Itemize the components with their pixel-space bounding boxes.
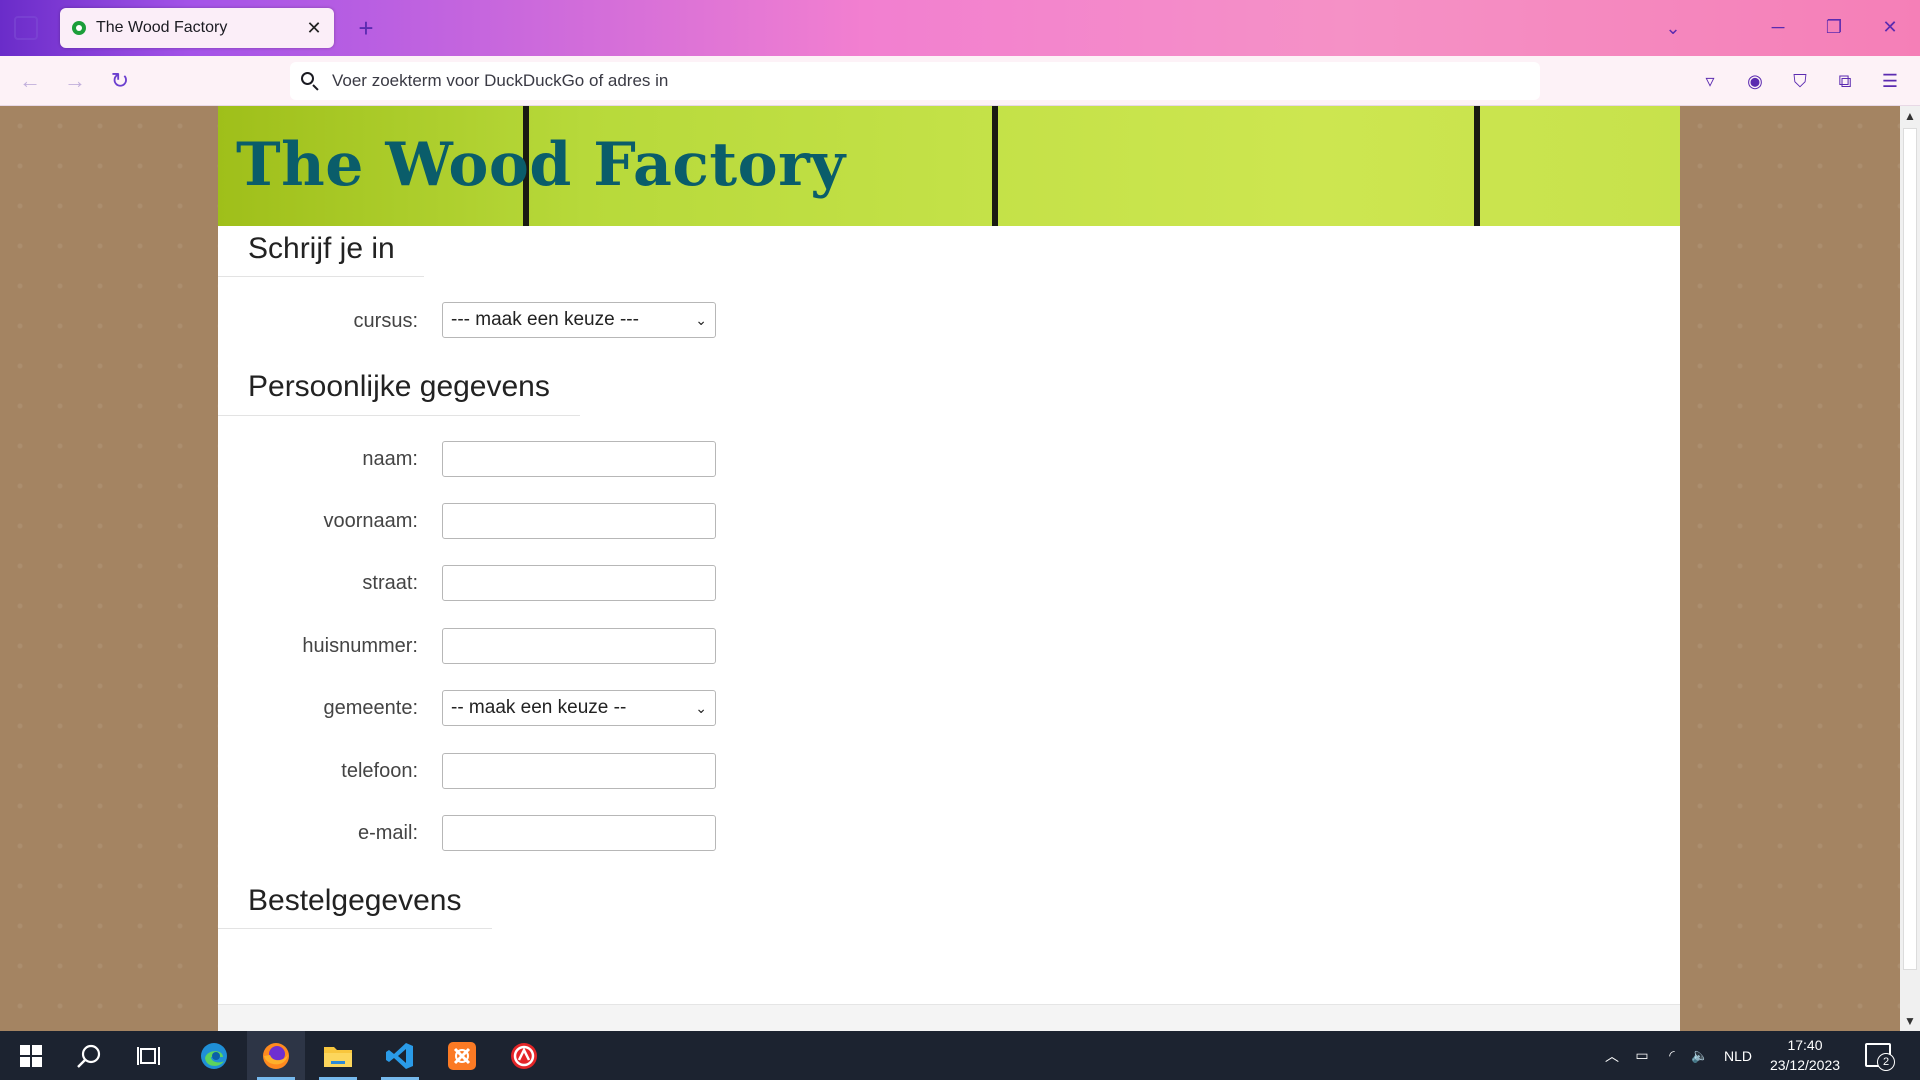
gemeente-select[interactable]: -- maak een keuze -- ⌄ xyxy=(442,690,716,726)
close-tab-icon[interactable]: ✕ xyxy=(302,16,326,40)
xampp-icon[interactable] xyxy=(433,1031,491,1080)
section-divider xyxy=(218,928,492,929)
email-input[interactable] xyxy=(442,815,716,851)
huisnummer-input[interactable] xyxy=(442,628,716,664)
telefoon-input[interactable] xyxy=(442,753,716,789)
straat-label: straat: xyxy=(362,572,418,594)
battery-icon[interactable]: ▭ xyxy=(1630,1031,1654,1080)
app-red-circle-icon[interactable] xyxy=(495,1031,553,1080)
menu-hamburger-icon[interactable]: ☰ xyxy=(1874,65,1906,97)
scroll-down-arrow-icon[interactable]: ▼ xyxy=(1900,1011,1920,1031)
restore-icon[interactable]: ❐ xyxy=(1814,10,1854,44)
naam-input[interactable] xyxy=(442,441,716,477)
tab-the-wood-factory[interactable]: The Wood Factory ✕ xyxy=(60,8,334,48)
windows-taskbar: ︿ ▭ ◜ 🔈 NLD 17:40 23/12/2023 2 xyxy=(0,1031,1920,1080)
close-window-icon[interactable]: ✕ xyxy=(1870,10,1910,44)
account-icon[interactable]: ◉ xyxy=(1739,65,1771,97)
task-view-icon[interactable] xyxy=(120,1031,178,1080)
voornaam-input[interactable] xyxy=(442,503,716,539)
section-divider xyxy=(218,415,580,416)
section-heading-enroll: Schrijf je in xyxy=(248,232,395,265)
taskbar-clock[interactable]: 17:40 23/12/2023 xyxy=(1760,1035,1850,1075)
url-bar[interactable]: Voer zoekterm voor DuckDuckGo of adres i… xyxy=(290,62,1540,100)
extensions-puzzle-icon[interactable]: ⧉ xyxy=(1829,65,1861,97)
search-icon xyxy=(300,71,320,91)
huisnummer-label: huisnummer: xyxy=(302,635,418,657)
naam-label: naam: xyxy=(362,448,418,470)
section-heading-personal: Persoonlijke gegevens xyxy=(248,370,550,403)
page-content: The Wood Factory Schrijf je in cursus: -… xyxy=(218,106,1680,1031)
email-label: e-mail: xyxy=(357,822,418,844)
list-all-tabs-chevron-icon[interactable]: ⌄ xyxy=(1660,16,1686,40)
page-footer-strip xyxy=(218,1004,1680,1031)
browser-tab-bar: The Wood Factory ✕ + ⌄ ─ ❐ ✕ xyxy=(0,0,1920,56)
site-banner: The Wood Factory xyxy=(218,106,1680,226)
page-viewport: The Wood Factory Schrijf je in cursus: -… xyxy=(0,106,1900,1031)
gemeente-label: gemeente: xyxy=(323,697,418,719)
back-arrow-icon[interactable]: ← xyxy=(14,65,46,97)
edge-browser-icon[interactable] xyxy=(185,1031,243,1080)
straat-input[interactable] xyxy=(442,565,716,601)
new-tab-button[interactable]: + xyxy=(350,12,382,44)
cursus-select[interactable]: --- maak een keuze --- ⌄ xyxy=(442,302,716,338)
vertical-scrollbar[interactable]: ▲ ▼ xyxy=(1900,106,1920,1031)
chevron-up-icon[interactable]: ︿ xyxy=(1600,1031,1624,1080)
forward-arrow-icon[interactable]: → xyxy=(59,65,91,97)
clock-time: 17:40 xyxy=(1787,1037,1823,1053)
gemeente-select-value: -- maak een keuze -- xyxy=(451,697,627,718)
wifi-icon[interactable]: ◜ xyxy=(1660,1031,1684,1080)
section-divider xyxy=(218,276,424,277)
chevron-down-icon: ⌄ xyxy=(695,699,707,716)
windows-start-icon[interactable] xyxy=(2,1031,60,1080)
shield-icon[interactable]: ⛉ xyxy=(1784,65,1816,97)
reload-icon[interactable]: ↻ xyxy=(104,65,136,97)
scroll-up-arrow-icon[interactable]: ▲ xyxy=(1900,106,1920,126)
voornaam-label: voornaam: xyxy=(323,510,419,532)
cursus-select-value: --- maak een keuze --- xyxy=(451,309,639,330)
notification-count-badge: 2 xyxy=(1877,1053,1895,1071)
tab-title: The Wood Factory xyxy=(96,19,228,36)
vscode-icon[interactable] xyxy=(371,1031,429,1080)
telefoon-label: telefoon: xyxy=(341,760,418,782)
firefox-view-icon[interactable] xyxy=(14,16,38,40)
site-title: The Wood Factory xyxy=(236,130,846,200)
input-language[interactable]: NLD xyxy=(1718,1031,1758,1080)
firefox-icon[interactable] xyxy=(247,1031,305,1080)
search-icon[interactable] xyxy=(60,1031,118,1080)
chevron-down-icon: ⌄ xyxy=(695,311,707,328)
clock-date: 23/12/2023 xyxy=(1769,1057,1841,1073)
volume-icon[interactable]: 🔈 xyxy=(1688,1031,1712,1080)
cursus-label: cursus: xyxy=(353,310,418,332)
site-favicon-icon xyxy=(72,21,86,35)
browser-navigation-bar: ← → ↻ Voer zoekterm voor DuckDuckGo of a… xyxy=(0,56,1920,106)
minimize-icon[interactable]: ─ xyxy=(1758,10,1798,44)
section-heading-order: Bestelgegevens xyxy=(248,884,462,917)
pocket-icon[interactable]: ▿ xyxy=(1694,65,1726,97)
url-placeholder: Voer zoekterm voor DuckDuckGo of adres i… xyxy=(332,71,669,90)
file-explorer-icon[interactable] xyxy=(309,1031,367,1080)
scroll-thumb[interactable] xyxy=(1903,128,1917,970)
